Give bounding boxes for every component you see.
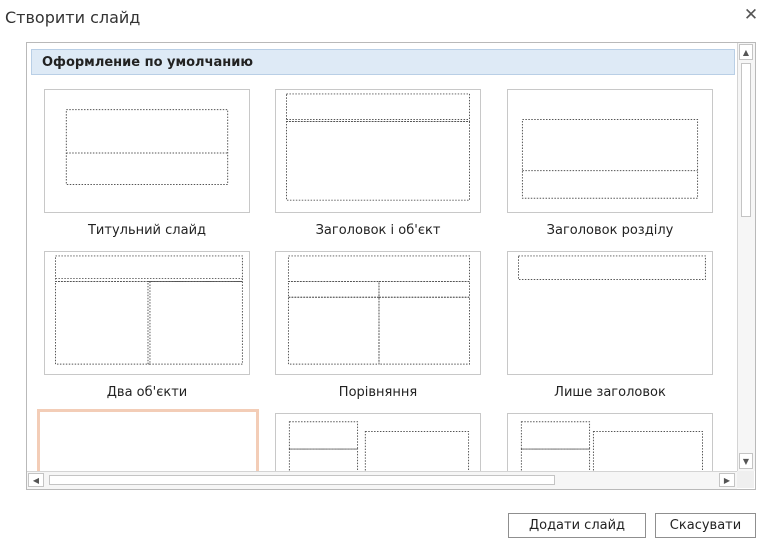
layout-label: Два об'єкти (106, 385, 188, 400)
layout-thumbnail-title-content (286, 93, 470, 201)
horizontal-scrollbar[interactable]: ◀ ▶ (27, 471, 737, 489)
scroll-right-icon[interactable]: ▶ (719, 473, 735, 487)
scroll-up-icon[interactable]: ▲ (739, 44, 753, 60)
section-header: Оформление по умолчанию (31, 49, 735, 75)
close-icon[interactable]: ✕ (742, 6, 760, 24)
vertical-scroll-thumb[interactable] (741, 63, 751, 217)
layout-thumbnail-title (65, 109, 229, 185)
layout-title-slide[interactable] (44, 89, 250, 213)
vertical-scrollbar[interactable]: ▲ ▼ (737, 43, 755, 471)
layout-thumbnail-two-content (55, 255, 243, 365)
layout-thumbnail-comparison (287, 255, 470, 365)
dialog-title: Створити слайд (5, 8, 141, 27)
layout-label: Титульний слайд (87, 223, 206, 238)
scrollbar-corner (737, 471, 754, 488)
layout-label: Заголовок і об'єкт (315, 223, 441, 238)
layout-thumbnail-title-only (518, 255, 706, 281)
layout-section-header[interactable] (507, 89, 713, 213)
layout-label: Порівняння (338, 385, 418, 400)
scroll-left-icon[interactable]: ◀ (28, 473, 44, 487)
layout-title-and-content[interactable] (275, 89, 481, 213)
layout-two-content[interactable] (44, 251, 250, 375)
new-slide-dialog: Створити слайд ✕ Оформление по умолчанию… (0, 0, 766, 545)
layout-gallery: Оформление по умолчанию Титульний слайд … (26, 42, 756, 490)
add-slide-button[interactable]: Додати слайд (508, 513, 646, 538)
scroll-down-icon[interactable]: ▼ (739, 453, 753, 469)
cancel-button[interactable]: Скасувати (655, 513, 756, 538)
layout-comparison[interactable] (275, 251, 481, 375)
layout-label: Лише заголовок (554, 385, 666, 400)
horizontal-scroll-thumb[interactable] (49, 475, 555, 485)
layout-title-only[interactable] (507, 251, 713, 375)
layout-thumbnail-section (521, 119, 699, 199)
layout-label: Заголовок розділу (546, 223, 674, 238)
